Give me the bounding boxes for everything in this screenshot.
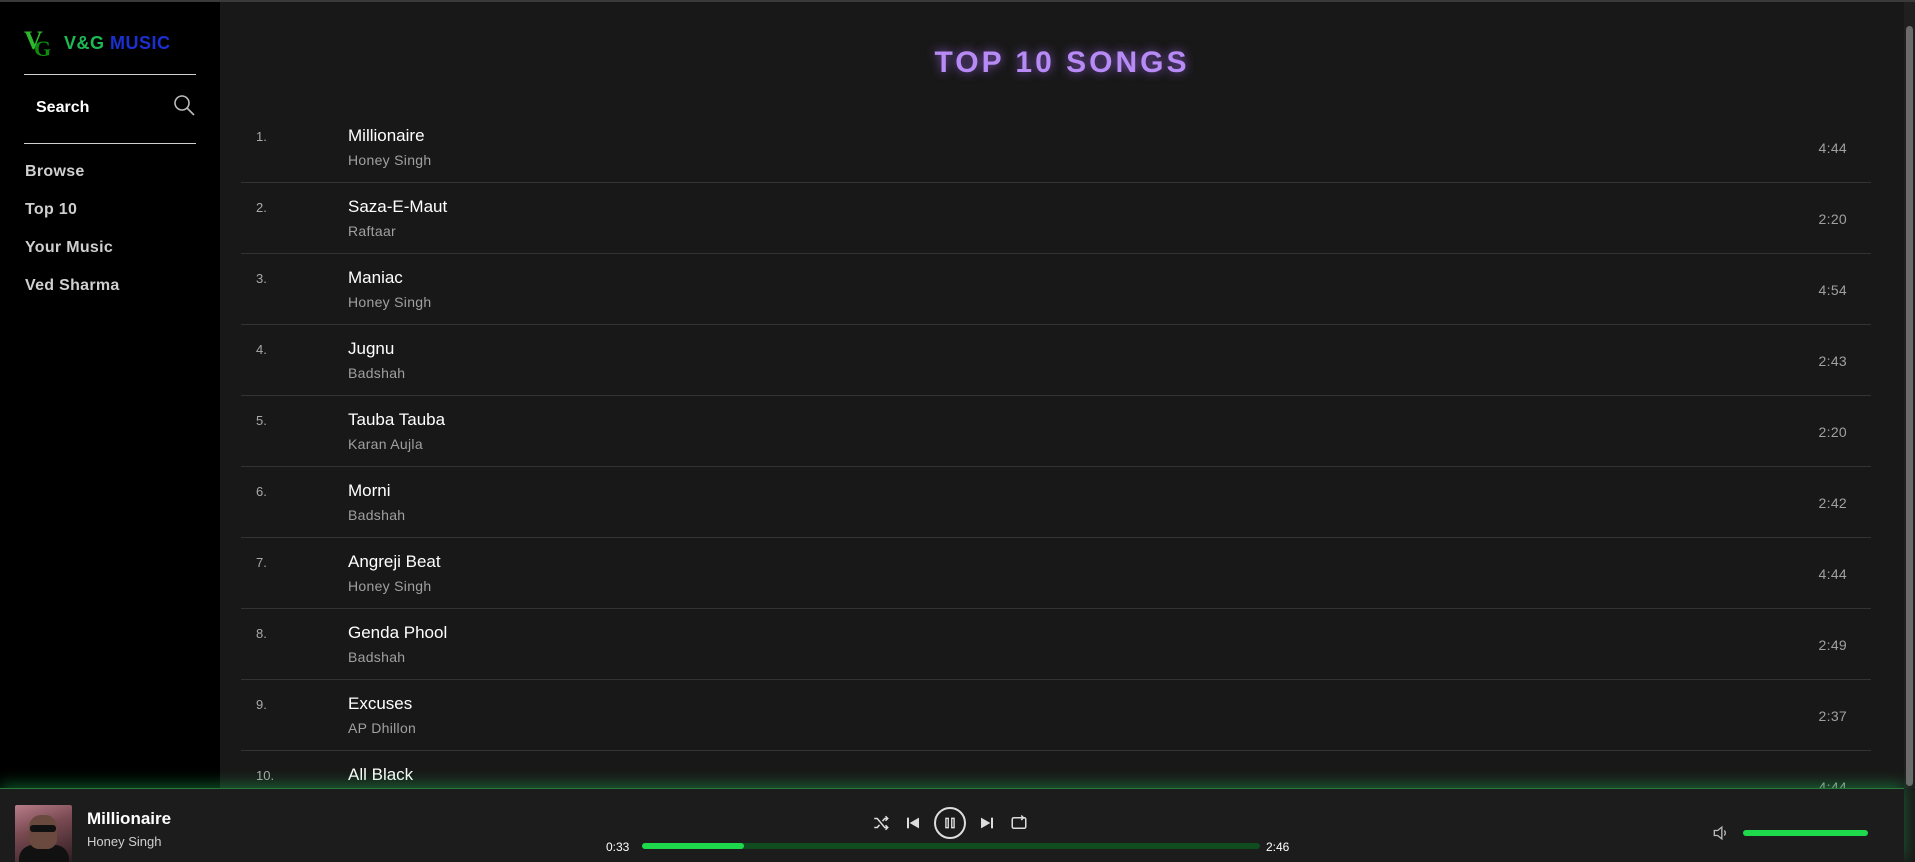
table-row[interactable]: 7. Angreji Beat Honey Singh 4:44 (241, 538, 1871, 609)
time-total: 2:46 (1266, 840, 1290, 854)
table-row[interactable]: 3. Maniac Honey Singh 4:54 (241, 254, 1871, 325)
table-row[interactable]: 9. Excuses AP Dhillon 2:37 (241, 680, 1871, 751)
sidebar-nav: Browse Top 10 Your Music Ved Sharma (25, 160, 120, 312)
table-row[interactable]: 8. Genda Phool Badshah 2:49 (241, 609, 1871, 680)
album-cover[interactable] (15, 805, 72, 862)
app-logo[interactable]: VG V&G MUSIC (24, 26, 171, 61)
track-number: 3. (256, 271, 267, 286)
progress-bar[interactable] (642, 843, 1260, 849)
table-row[interactable]: 1. Millionaire Honey Singh 4:44 (241, 112, 1871, 183)
time-elapsed: 0:33 (606, 840, 630, 854)
volume-slider-fill (1743, 830, 1868, 836)
previous-icon (907, 817, 919, 829)
next-button[interactable] (976, 812, 998, 834)
pause-button[interactable] (934, 807, 966, 839)
main-content: TOP 10 SONGS 1. Millionaire Honey Singh … (220, 2, 1904, 788)
sidebar: VG V&G MUSIC Search Browse Top 10 Your M… (0, 2, 220, 862)
track-duration: 2:43 (1818, 353, 1847, 369)
track-artist: Honey Singh (348, 152, 432, 168)
track-number: 7. (256, 555, 267, 570)
repeat-button[interactable] (1008, 812, 1030, 834)
track-artist: AP Dhillon (348, 720, 417, 736)
track-title: Genda Phool (348, 623, 448, 642)
table-row[interactable]: 10. All Black 4:44 (241, 751, 1871, 788)
track-number: 5. (256, 413, 267, 428)
track-artist: Badshah (348, 649, 406, 665)
progress-bar-fill (642, 843, 744, 849)
track-number: 9. (256, 697, 267, 712)
logo-mark-icon: VG (24, 26, 52, 61)
track-number: 8. (256, 626, 267, 641)
track-number: 4. (256, 342, 267, 357)
logo-text-music: MUSIC (110, 32, 171, 53)
table-row[interactable]: 5. Tauba Tauba Karan Aujla 2:20 (241, 396, 1871, 467)
track-duration: 2:37 (1818, 708, 1847, 724)
volume-slider[interactable] (1743, 830, 1868, 836)
track-number: 10. (256, 768, 275, 783)
track-duration: 4:44 (1818, 779, 1847, 788)
track-title: Millionaire (348, 126, 425, 145)
previous-button[interactable] (902, 812, 924, 834)
track-title: Maniac (348, 268, 403, 287)
track-duration: 2:49 (1818, 637, 1847, 653)
track-title: Saza-E-Maut (348, 197, 448, 216)
search-box[interactable]: Search (24, 74, 196, 144)
track-list: 1. Millionaire Honey Singh 4:44 2. Saza-… (241, 112, 1871, 788)
sidebar-item-profile[interactable]: Ved Sharma (25, 274, 120, 312)
scrollbar-thumb[interactable] (1906, 26, 1913, 786)
main-scrollbar[interactable] (1904, 2, 1915, 788)
sidebar-item-browse[interactable]: Browse (25, 160, 120, 198)
playback-controls (870, 807, 1040, 839)
search-label: Search (36, 99, 90, 116)
track-title: Excuses (348, 694, 413, 713)
track-duration: 4:54 (1818, 282, 1847, 298)
table-row[interactable]: 4. Jugnu Badshah 2:43 (241, 325, 1871, 396)
track-duration: 4:44 (1818, 140, 1847, 156)
volume-icon[interactable] (1710, 823, 1732, 843)
track-artist: Badshah (348, 365, 406, 381)
track-number: 2. (256, 200, 267, 215)
shuffle-button[interactable] (870, 812, 892, 834)
track-artist: Karan Aujla (348, 436, 423, 452)
track-title: Jugnu (348, 339, 395, 358)
track-duration: 2:20 (1818, 424, 1847, 440)
table-row[interactable]: 2. Saza-E-Maut Raftaar 2:20 (241, 183, 1871, 254)
track-artist: Honey Singh (348, 578, 432, 594)
track-number: 1. (256, 129, 267, 144)
sidebar-item-your-music[interactable]: Your Music (25, 236, 120, 274)
next-icon (981, 817, 993, 829)
track-number: 6. (256, 484, 267, 499)
track-title: Tauba Tauba (348, 410, 446, 429)
track-artist: Badshah (348, 507, 406, 523)
logo-text-vg: V&G (64, 32, 105, 53)
now-playing-artist: Honey Singh (87, 834, 162, 849)
table-row[interactable]: 6. Morni Badshah 2:42 (241, 467, 1871, 538)
page-title: TOP 10 SONGS (934, 46, 1190, 79)
track-duration: 4:44 (1818, 566, 1847, 582)
sidebar-item-top-10[interactable]: Top 10 (25, 198, 120, 236)
player-bar: Millionaire Honey Singh 0:33 2:46 (0, 788, 1904, 862)
track-duration: 2:42 (1818, 495, 1847, 511)
now-playing-title: Millionaire (87, 809, 172, 828)
repeat-icon (1011, 814, 1027, 829)
track-title: Morni (348, 481, 391, 500)
track-title: All Black (348, 765, 414, 784)
track-artist: Raftaar (348, 223, 397, 239)
logo-text: V&G MUSIC (64, 33, 171, 54)
search-icon[interactable] (172, 93, 196, 117)
shuffle-icon (874, 815, 889, 831)
pause-icon (945, 817, 955, 829)
track-duration: 2:20 (1818, 211, 1847, 227)
track-title: Angreji Beat (348, 552, 441, 571)
track-artist: Honey Singh (348, 294, 432, 310)
